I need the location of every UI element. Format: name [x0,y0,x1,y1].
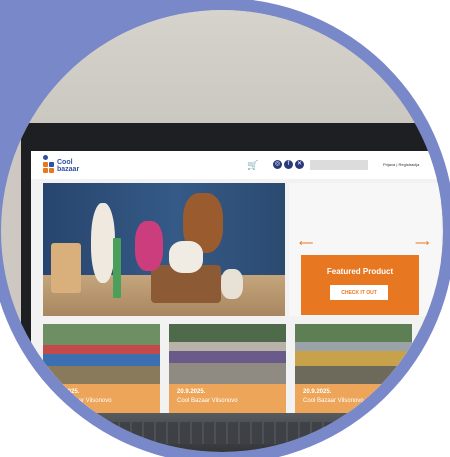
events-row: 20.9.2025. Cool Bazaar Vilsonovo 20.9.20… [43,324,441,413]
photo-background: Cool bazaar 🛒 ◎ f ✕ Prijava | Registraci… [0,0,450,457]
laptop: Cool bazaar 🛒 ◎ f ✕ Prijava | Registraci… [21,123,443,413]
keyboard-keys [96,422,356,444]
featured-title: Featured Product [326,267,394,276]
logo-icon [43,155,55,175]
laptop-screen: Cool bazaar 🛒 ◎ f ✕ Prijava | Registraci… [31,151,443,413]
wall [1,10,443,140]
arrow-right-icon[interactable]: ⟶ [415,239,429,249]
ladder [113,238,121,298]
zebra-toy [135,221,163,271]
event-date: 20.9.2025. [177,389,206,395]
twitter-icon[interactable]: ✕ [295,160,304,169]
check-it-out-button[interactable]: CHECK IT OUT [330,285,388,300]
logo-line1: Cool [57,159,73,166]
search-input[interactable] [310,160,368,170]
wood-blocks [51,243,81,293]
event-date: 20.9.2025. [51,389,80,395]
hero-image [43,183,285,316]
facebook-icon[interactable]: f [284,160,293,169]
event-info: 20.9.2025. Cool Bazaar Vilsonovo [43,384,160,413]
logo-line2: bazaar [57,166,80,173]
event-name: Cool Bazaar Vilsonovo [303,398,364,404]
event-name: Cool Bazaar Vilsonovo [51,398,112,404]
featured-box: Featured Product CHECK IT OUT [301,255,419,315]
market-photo [169,324,286,384]
event-card[interactable]: 20.9.2025. Cool Bazaar Vilsonovo [43,324,160,413]
event-info: 20.9.2025. Cool Bazaar Vilsonovo [169,384,286,413]
arrow-left-icon[interactable]: ⟵ [299,239,313,249]
cart-icon[interactable]: 🛒 [247,160,258,170]
login-link[interactable]: Prijava | Registracija [383,162,419,167]
market-photo [295,324,412,384]
event-name: Cool Bazaar Vilsonovo [177,398,238,404]
social-links: ◎ f ✕ [273,160,307,170]
instagram-icon[interactable]: ◎ [273,160,282,169]
event-date: 20.9.2025. [303,389,332,395]
small-bear-toy [221,269,243,299]
market-photo [43,324,160,384]
event-info: 20.9.2025. Cool Bazaar Vilsonovo [295,384,412,413]
event-card[interactable]: 20.9.2025. Cool Bazaar Vilsonovo [295,324,412,413]
event-card[interactable]: 20.9.2025. Cool Bazaar Vilsonovo [169,324,286,413]
featured-panel: ⟵ ⟶ Featured Product CHECK IT OUT [289,183,441,316]
logo-text: Cool bazaar [57,159,79,173]
site-header: Cool bazaar 🛒 ◎ f ✕ Prijava | Registraci… [31,151,443,179]
bunny-toy [91,203,115,283]
logo[interactable]: Cool bazaar [43,155,95,175]
dog-toy [169,241,203,273]
photo-circle: Cool bazaar 🛒 ◎ f ✕ Prijava | Registraci… [1,10,443,452]
